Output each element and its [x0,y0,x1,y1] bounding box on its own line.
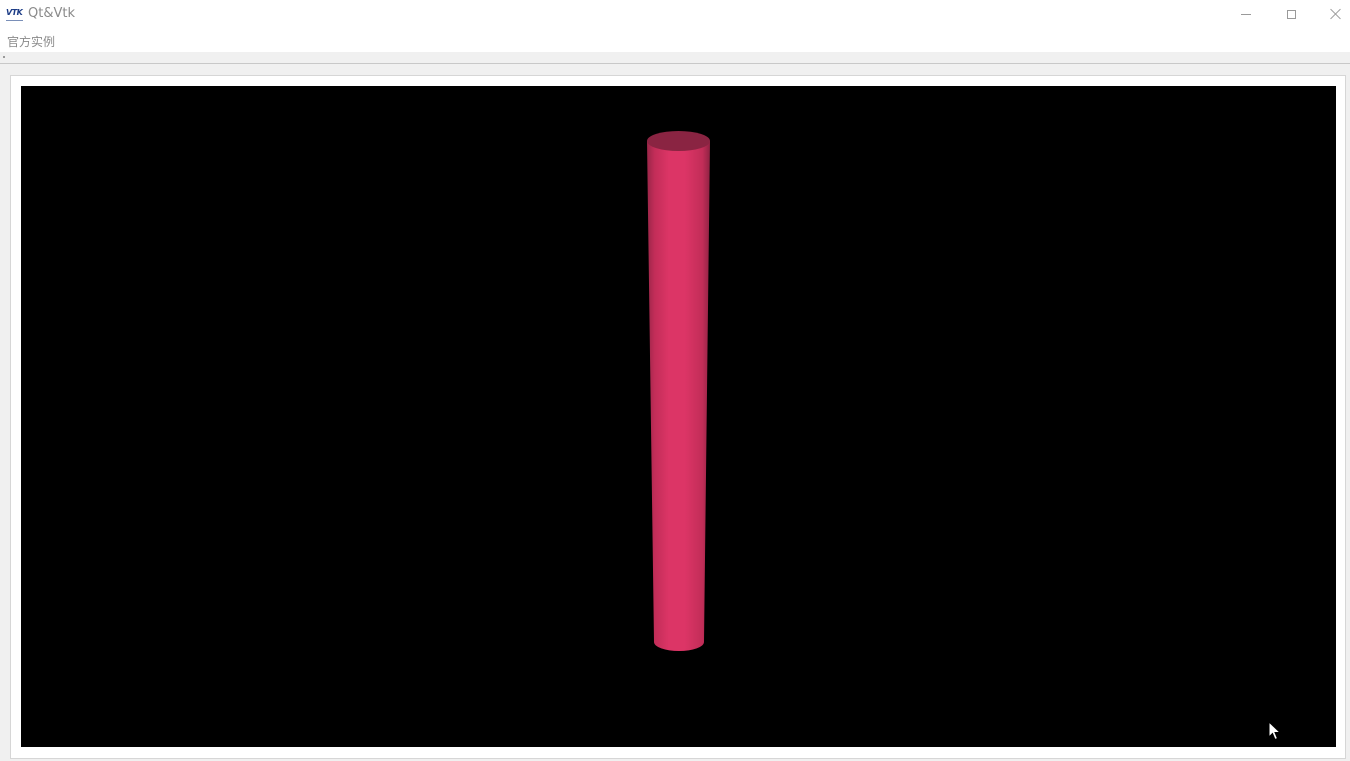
mouse-cursor-icon [1268,721,1282,741]
close-button[interactable] [1313,0,1350,28]
main-window: VTK Qt&Vtk 官方实例 [0,0,1350,761]
window-title: Qt&Vtk [28,6,75,21]
maximize-icon [1286,9,1296,19]
menu-item-official-examples[interactable]: 官方实例 [7,33,55,50]
title-bar[interactable]: VTK Qt&Vtk [0,0,1350,28]
vtk-render-view[interactable] [21,86,1336,747]
close-icon [1330,8,1342,20]
toolbar-grip-handle[interactable] [3,56,5,58]
toolbar [0,52,1350,64]
maximize-button[interactable] [1268,0,1314,28]
cylinder-body [647,141,710,651]
minimize-icon [1241,13,1251,15]
menu-bar: 官方实例 [0,28,1350,52]
vtk-app-icon: VTK [6,7,23,21]
minimize-button[interactable] [1223,0,1269,28]
cylinder-render [647,131,710,651]
cylinder-top-cap [647,131,710,151]
